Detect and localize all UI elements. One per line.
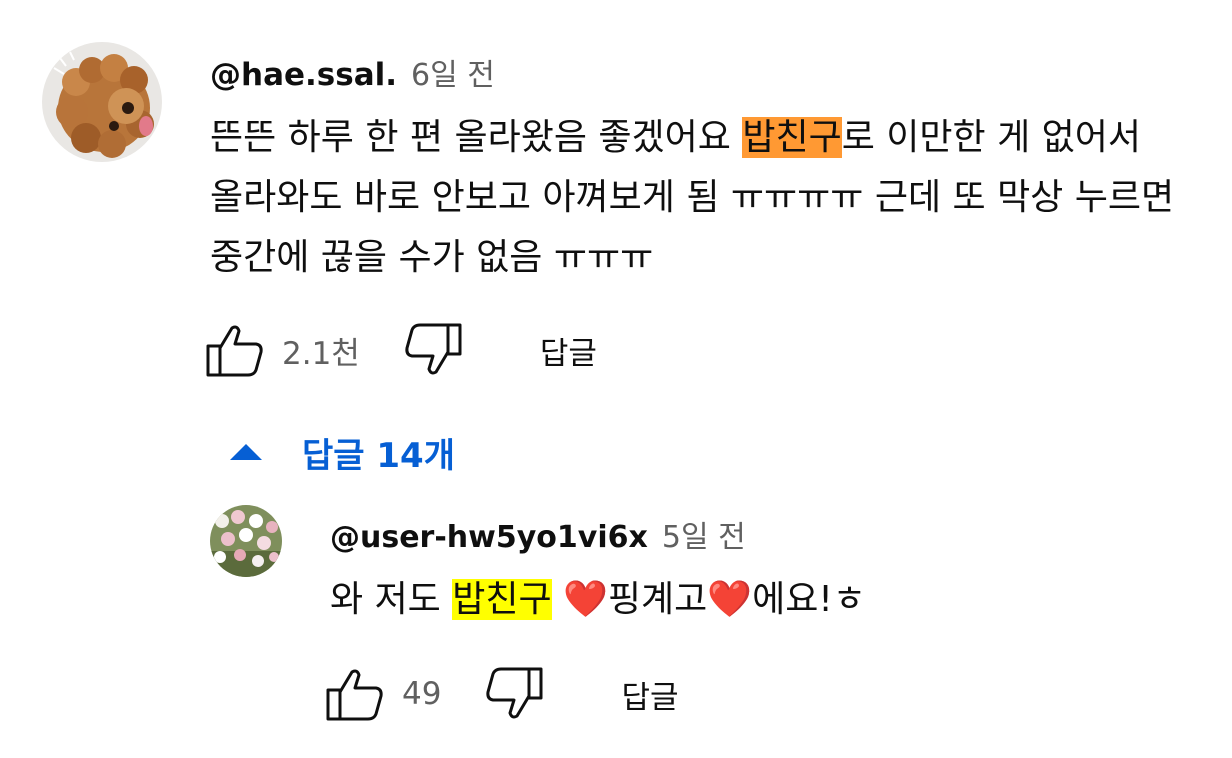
comment-header: @hae.ssal. 6일 전 [210, 50, 495, 94]
comment-text: 뜬뜬 하루 한 편 올라왔음 좋겠어요 밥친구로 이만한 게 없어서 올라와도 … [210, 108, 1185, 288]
reply-text-part2: 핑계고 [607, 579, 708, 620]
reply-author[interactable]: @user-hw5yo1vi6x [330, 520, 648, 555]
reply-button[interactable]: 답글 [540, 328, 597, 373]
comment-actions: 2.1천 답글 [206, 322, 597, 378]
like-count: 49 [402, 676, 442, 712]
replies-count-label: 답글 14개 [302, 435, 455, 476]
thumbs-down-icon[interactable] [485, 666, 543, 722]
reply-text: 와 저도 밥친구 ❤️핑계고❤️에요!ㅎ [330, 570, 1190, 630]
thumbs-up-icon[interactable] [326, 666, 384, 722]
reply-text-part1: 와 저도 [330, 579, 453, 620]
replies-toggle-button[interactable]: 답글 14개 [230, 428, 455, 476]
thumbs-up-icon[interactable] [206, 322, 264, 378]
like-count: 2.1천 [282, 335, 360, 372]
reply-button[interactable]: 답글 [621, 672, 678, 717]
avatar[interactable] [42, 42, 162, 162]
comment-author[interactable]: @hae.ssal. [210, 57, 397, 93]
reply-text-part3: 에요!ㅎ [752, 579, 866, 620]
chevron-up-icon [230, 444, 264, 460]
heart-emoji: ❤️ [563, 579, 608, 620]
thumbs-down-icon[interactable] [404, 322, 462, 378]
reply-header: @user-hw5yo1vi6x 5일 전 [330, 512, 746, 556]
reply-time[interactable]: 5일 전 [662, 512, 746, 556]
heart-emoji: ❤️ [707, 579, 753, 620]
comment-thread: @hae.ssal. 6일 전 뜬뜬 하루 한 편 올라왔음 좋겠어요 밥친구로… [0, 0, 1232, 758]
reply-highlighted-text: 밥친구 [452, 579, 552, 620]
highlighted-text: 밥친구 [742, 117, 842, 158]
reply-actions: 49 답글 [326, 666, 679, 722]
comment-text-before: 뜬뜬 하루 한 편 올라왔음 좋겠어요 [210, 117, 743, 158]
comment-time[interactable]: 6일 전 [411, 50, 495, 94]
reply-avatar[interactable] [210, 505, 282, 577]
